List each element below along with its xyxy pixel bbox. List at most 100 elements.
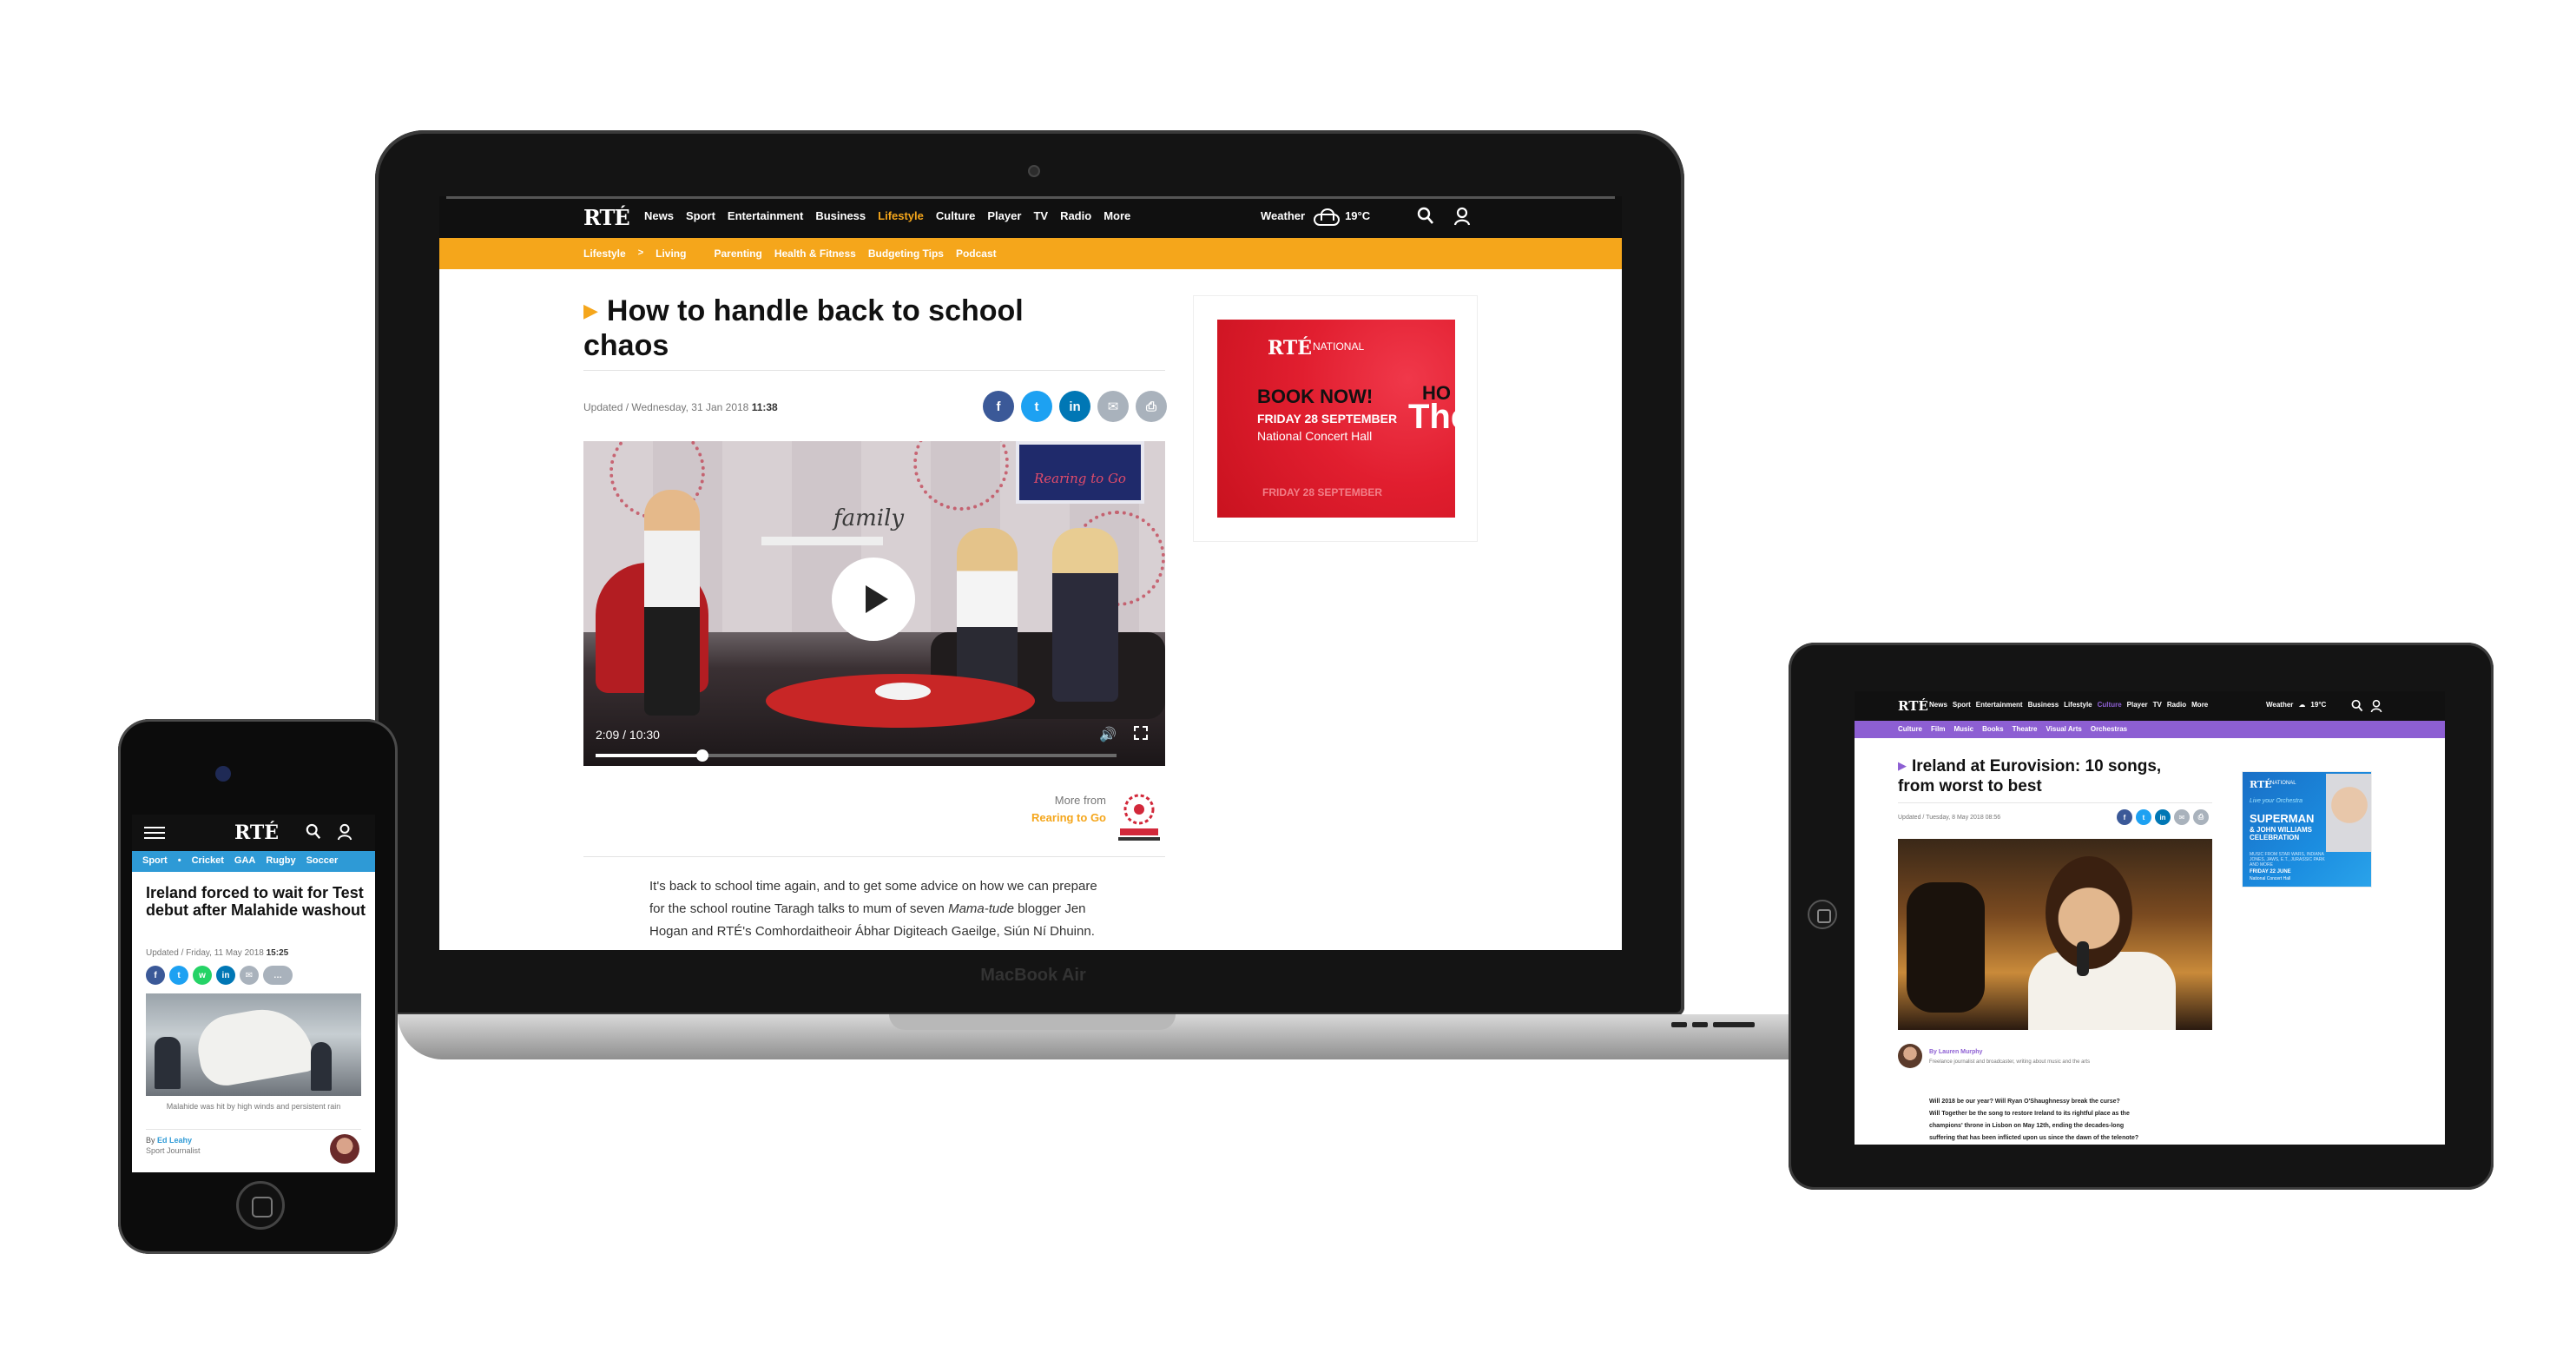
byline[interactable]: By Lauren Murphy [1929, 1049, 1982, 1055]
nav-item-radio[interactable]: Radio [1060, 209, 1091, 222]
search-icon[interactable] [306, 823, 321, 841]
facebook-icon[interactable]: f [2117, 809, 2132, 825]
article-headline-text: Ireland at Eurovision: 10 songs, from wo… [1898, 757, 2162, 795]
twitter-icon[interactable]: t [1021, 391, 1052, 422]
print-icon[interactable]: ⎙ [2193, 809, 2209, 825]
nav-item-lifestyle[interactable]: Lifestyle [2064, 701, 2092, 709]
video-progress-bar[interactable] [596, 749, 1117, 762]
nav-item-radio[interactable]: Radio [2167, 701, 2186, 709]
nav-item-news[interactable]: News [1929, 701, 1947, 709]
search-icon[interactable] [2351, 699, 2363, 713]
rearing-to-go-logo[interactable] [1111, 792, 1167, 842]
subnav-current[interactable]: Living [656, 247, 686, 260]
nav-item-lifestyle[interactable]: Lifestyle [878, 209, 924, 222]
phone-home-button[interactable] [236, 1181, 285, 1230]
avatar [1898, 1044, 1922, 1068]
subnav-item[interactable]: Music [1953, 725, 1973, 733]
author-link[interactable]: Ed Leahy [157, 1136, 192, 1145]
article-headline-text: How to handle back to school chaos [583, 294, 1024, 362]
search-icon[interactable] [1417, 207, 1434, 226]
nav-item-culture[interactable]: Culture [936, 209, 976, 222]
play-button[interactable] [832, 558, 915, 641]
linkedin-icon[interactable]: in [2155, 809, 2171, 825]
facebook-icon[interactable]: f [983, 391, 1014, 422]
subnav-item[interactable]: Visual Arts [2046, 725, 2081, 733]
subnav-item[interactable]: Culture [1898, 725, 1922, 733]
nav-item-business[interactable]: Business [2028, 701, 2059, 709]
comments-icon[interactable]: … [263, 966, 293, 985]
subnav-item[interactable]: Film [1931, 725, 1945, 733]
subnav-item[interactable]: Podcast [956, 247, 997, 260]
share-bar: f t w in ✉ … [146, 966, 293, 985]
volume-icon[interactable]: 🔊 [1099, 726, 1117, 743]
twitter-icon[interactable]: t [2136, 809, 2151, 825]
twitter-icon[interactable]: t [169, 966, 188, 985]
weather-temp: 19°C [1345, 208, 1371, 222]
more-from-link[interactable]: Rearing to Go [1012, 811, 1106, 824]
subnav-item[interactable]: Health & Fitness [774, 247, 856, 260]
article-updated: Updated / Tuesday, 8 May 2018 08:56 [1898, 815, 2001, 821]
nav-item-player[interactable]: Player [987, 209, 1021, 222]
subnav-section[interactable]: Lifestyle [583, 247, 626, 260]
user-icon[interactable] [1453, 207, 1471, 226]
nav-item-business[interactable]: Business [815, 209, 866, 222]
subnav-separator: > [637, 247, 644, 258]
article-photo [1898, 839, 2212, 1030]
subnav-item[interactable]: Parenting [714, 247, 761, 260]
user-icon[interactable] [2370, 699, 2382, 713]
video-progress-fill [596, 754, 702, 757]
email-icon[interactable]: ✉ [1097, 391, 1129, 422]
linkedin-icon[interactable]: in [1059, 391, 1090, 422]
concert-ad[interactable]: RTÉ NATIONAL HO BOOK NOW! The FRIDAY 28 … [1217, 320, 1455, 518]
nav-item-more[interactable]: More [2191, 701, 2208, 709]
menu-icon[interactable] [144, 827, 165, 839]
laptop-camera [1028, 165, 1040, 177]
video-scrub-handle[interactable] [696, 749, 708, 762]
weather-widget[interactable]: Weather ☁ 19°C [2266, 701, 2326, 709]
subnav-item[interactable]: Soccer [306, 855, 339, 866]
whatsapp-icon[interactable]: w [193, 966, 212, 985]
rte-logo[interactable]: RTÉ [234, 822, 279, 844]
nav-item-entertainment[interactable]: Entertainment [728, 209, 803, 222]
nav-item-sport[interactable]: Sport [1953, 701, 1971, 709]
user-icon[interactable] [337, 823, 352, 841]
share-bar: f t in ✉ ⎙ [983, 391, 1167, 422]
email-icon[interactable]: ✉ [2174, 809, 2190, 825]
subnav-item[interactable]: GAA [234, 855, 255, 866]
nav-item-more[interactable]: More [1104, 209, 1130, 222]
weather-widget[interactable]: Weather 19°C [1261, 208, 1371, 226]
fullscreen-icon[interactable] [1134, 726, 1148, 740]
subnav-item[interactable]: Orchestras [2091, 725, 2127, 733]
article-updated: Updated / Friday, 11 May 2018 15:25 [146, 948, 289, 958]
nav-item-entertainment[interactable]: Entertainment [1976, 701, 2023, 709]
nav-item-player[interactable]: Player [2127, 701, 2148, 709]
laptop-hinge-notch [889, 1014, 1176, 1030]
site-header: RTÉ News Sport Entertainment Business Lifest… [1855, 691, 2445, 721]
nav-item-tv[interactable]: TV [2153, 701, 2162, 709]
nav-item-culture[interactable]: Culture [2098, 701, 2122, 709]
laptop-brand-label: MacBook Air [980, 966, 1086, 985]
tablet-screen: RTÉ News Sport Entertainment Business Lifest… [1855, 691, 2445, 1145]
email-icon[interactable]: ✉ [240, 966, 259, 985]
subnav-item[interactable]: Rugby [266, 855, 295, 866]
subnav-item[interactable]: Theatre [2013, 725, 2038, 733]
concert-ad[interactable]: RTÉ NATIONAL Live your Orchestra SUPERMA… [2242, 771, 2372, 888]
nav-item-tv[interactable]: TV [1033, 209, 1048, 222]
video-player[interactable]: Rearing to Go family 2:09 / 10:30 🔊 [583, 441, 1165, 766]
nav-item-news[interactable]: News [644, 209, 674, 222]
facebook-icon[interactable]: f [146, 966, 165, 985]
tablet-home-button[interactable] [1808, 900, 1837, 929]
avatar [330, 1134, 359, 1164]
nav-item-sport[interactable]: Sport [686, 209, 715, 222]
subnav-item[interactable]: Cricket [192, 855, 224, 866]
subnav-item[interactable]: Budgeting Tips [868, 247, 944, 260]
rte-logo[interactable]: RTÉ [583, 205, 630, 230]
subnav-item[interactable]: Sport [142, 855, 168, 866]
print-icon[interactable]: ⎙ [1136, 391, 1167, 422]
subnav-item[interactable]: Books [1982, 725, 2003, 733]
sport-subnav: Sport • Cricket GAA Rugby Soccer [132, 851, 375, 872]
laptop-screen: RTÉ News Sport Entertainment Business Lifest… [439, 196, 1622, 950]
laptop-ports [1671, 1016, 1776, 1027]
linkedin-icon[interactable]: in [216, 966, 235, 985]
rte-logo[interactable]: RTÉ [1898, 698, 1928, 714]
